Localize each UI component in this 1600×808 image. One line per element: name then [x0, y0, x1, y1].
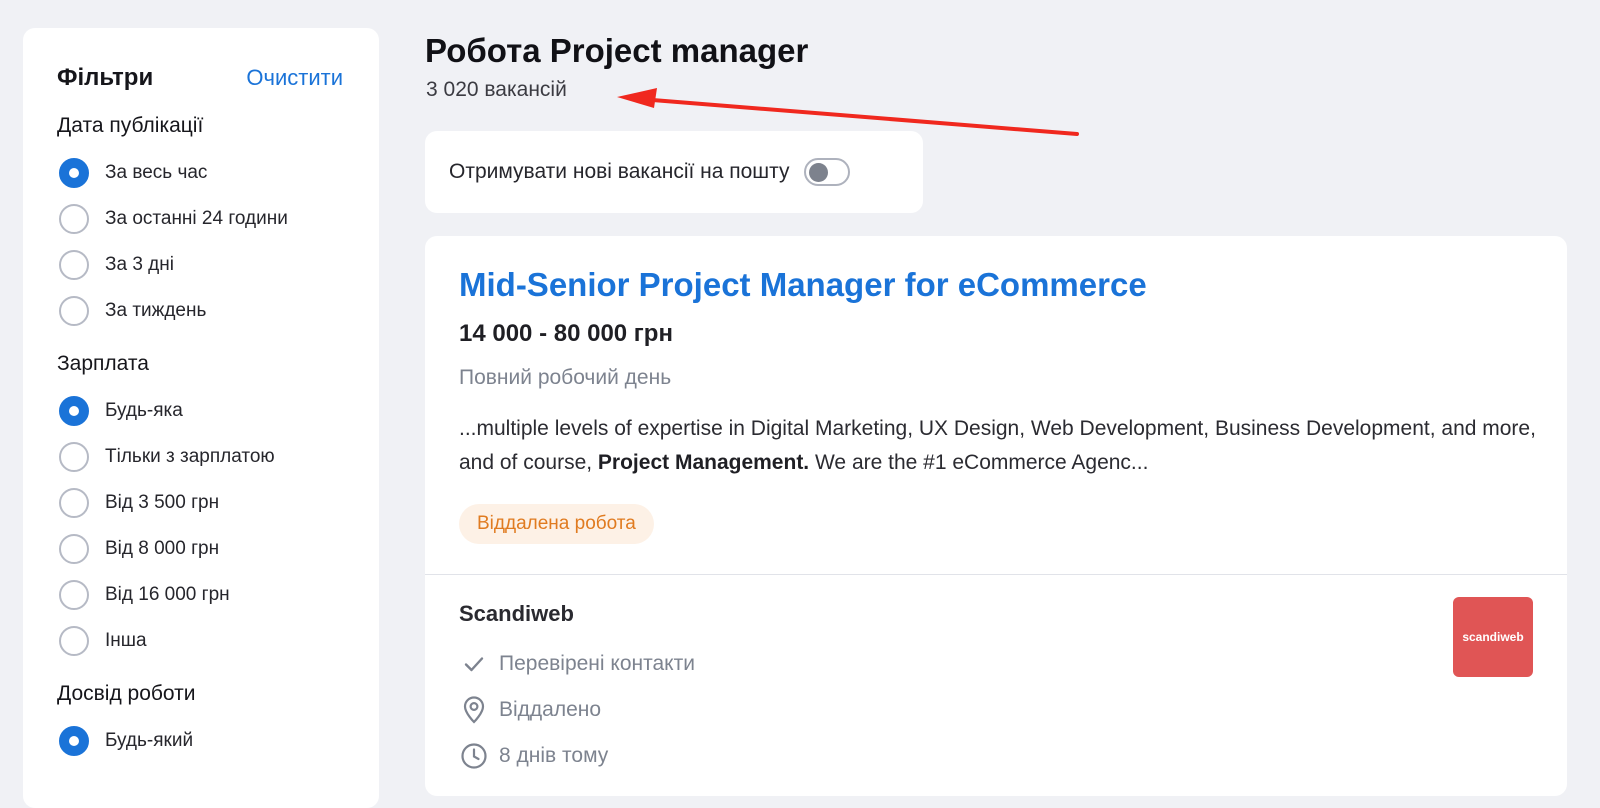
radio-button[interactable]: [59, 488, 89, 518]
job-card-footer: Scandiweb Перевірені контакти Віддалено …: [425, 575, 1567, 805]
verified-contacts-label: Перевірені контакти: [499, 652, 695, 675]
filter-option-label: Тільки з зарплатою: [105, 446, 275, 467]
job-card: Mid-Senior Project Manager for eCommerce…: [425, 236, 1567, 796]
filters-sidebar: Фільтри Очистити Дата публікації За весь …: [23, 28, 379, 808]
filter-groups: Дата публікації За весь час За останні 24 …: [57, 114, 343, 764]
filter-option-label: Інша: [105, 630, 147, 651]
job-title-link[interactable]: Mid-Senior Project Manager for eCommerce: [459, 266, 1533, 304]
filter-option[interactable]: Від 16 000 грн: [57, 572, 343, 618]
filter-option[interactable]: Будь-який: [57, 718, 343, 764]
filter-option[interactable]: За весь час: [57, 150, 343, 196]
filter-option-label: Від 3 500 грн: [105, 492, 220, 513]
company-logo[interactable]: scandiweb: [1453, 597, 1533, 677]
job-description: ...multiple levels of expertise in Digit…: [459, 412, 1539, 480]
job-description-end: We are the #1 eCommerce Agenc...: [809, 451, 1149, 474]
radio-button[interactable]: [59, 726, 89, 756]
filter-option-label: Будь-яка: [105, 400, 183, 421]
filter-option[interactable]: За 3 дні: [57, 242, 343, 288]
clear-filters-link[interactable]: Очистити: [246, 65, 343, 91]
job-employment-type: Повний робочий день: [459, 366, 672, 389]
filter-option-label: Від 8 000 грн: [105, 538, 220, 559]
filter-option-label: За весь час: [105, 162, 208, 183]
filter-option[interactable]: Від 3 500 грн: [57, 480, 343, 526]
toggle-knob: [808, 163, 828, 182]
filter-option-label: Будь-який: [105, 730, 194, 751]
email-subscribe-toggle[interactable]: [803, 158, 850, 186]
filters-header: Фільтри Очистити: [57, 64, 343, 92]
radio-button[interactable]: [59, 534, 89, 564]
filter-option[interactable]: Тільки з зарплатою: [57, 434, 343, 480]
check-icon: [459, 649, 489, 679]
location-label: Віддалено: [499, 698, 602, 721]
filters-title: Фільтри: [57, 64, 154, 91]
filter-option[interactable]: За останні 24 години: [57, 196, 343, 242]
location-pin-icon: [459, 695, 489, 725]
radio-button[interactable]: [59, 580, 89, 610]
radio-button[interactable]: [59, 296, 89, 326]
vacancy-count: 3 020 вакансій: [426, 78, 567, 101]
filter-option[interactable]: За тиждень: [57, 288, 343, 334]
filter-group-title: Дата публікації: [57, 114, 204, 137]
email-subscribe-panel: Отримувати нові вакансії на пошту: [425, 131, 923, 213]
filter-options: За весь час За останні 24 години За 3 дні З…: [57, 150, 343, 334]
radio-button[interactable]: [59, 158, 89, 188]
filter-group-title: Зарплата: [57, 352, 149, 375]
filter-option-label: За 3 дні: [105, 254, 174, 275]
remote-tag: Віддалена робота: [459, 504, 654, 544]
verified-contacts-row: Перевірені контакти: [459, 641, 1533, 687]
posted-label: 8 днів тому: [499, 744, 609, 767]
email-subscribe-label: Отримувати нові вакансії на пошту: [449, 160, 790, 183]
radio-button[interactable]: [59, 250, 89, 280]
posted-row: 8 днів тому: [459, 733, 1533, 779]
filter-option[interactable]: Від 8 000 грн: [57, 526, 343, 572]
filter-group-title: Досвід роботи: [57, 682, 196, 705]
radio-button[interactable]: [59, 204, 89, 234]
job-salary: 14 000 - 80 000 грн: [459, 320, 673, 347]
company-name: Scandiweb: [459, 601, 574, 626]
filter-option[interactable]: Будь-яка: [57, 388, 343, 434]
filter-option-label: За останні 24 години: [105, 208, 288, 229]
radio-button[interactable]: [59, 442, 89, 472]
filter-option-label: Від 16 000 грн: [105, 584, 230, 605]
clock-icon: [459, 741, 489, 771]
page-title: Робота Project manager: [425, 32, 809, 69]
filter-options: Будь-який: [57, 718, 343, 764]
radio-button[interactable]: [59, 396, 89, 426]
job-description-highlight: Project Management.: [597, 451, 810, 474]
radio-button[interactable]: [59, 626, 89, 656]
filter-options: Будь-яка Тільки з зарплатою Від 3 500 грн В…: [57, 388, 343, 664]
job-card-body: Mid-Senior Project Manager for eCommerce…: [425, 236, 1567, 575]
location-row: Віддалено: [459, 687, 1533, 733]
filter-option-label: За тиждень: [105, 300, 207, 321]
filter-option[interactable]: Інша: [57, 618, 343, 664]
